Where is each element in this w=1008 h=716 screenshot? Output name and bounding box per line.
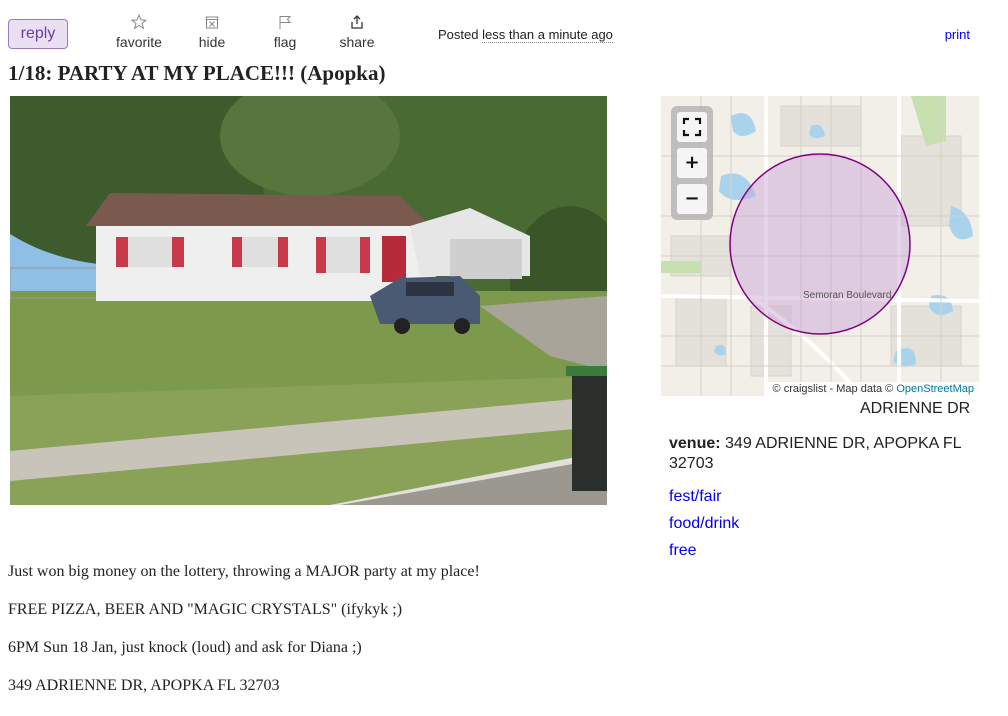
hide-button[interactable]: hide [177, 14, 247, 50]
flag-label: flag [273, 34, 297, 50]
share-icon [322, 14, 392, 32]
posted-prefix: Posted [438, 27, 479, 42]
venue-info: venue: 349 ADRIENNE DR, APOPKA FL 32703 [669, 434, 979, 474]
post-photo[interactable] [10, 96, 607, 505]
post-body-line: 6PM Sun 18 Jan, just knock (loud) and as… [8, 639, 362, 656]
zoom-in-button[interactable]: + [677, 148, 707, 178]
post-body-line: FREE PIZZA, BEER AND "MAGIC CRYSTALS" (i… [8, 601, 403, 618]
attribution-text: © craigslist - Map data © [772, 383, 894, 395]
reply-button[interactable]: reply [8, 19, 68, 49]
map-controls: + − [671, 106, 713, 220]
openstreetmap-link[interactable]: OpenStreetMap [896, 383, 974, 395]
tag-free[interactable]: free [669, 542, 697, 560]
post-body-line: 349 ADRIENNE DR, APOPKA FL 32703 [8, 677, 280, 694]
post-title: 1/18: PARTY AT MY PLACE!!! (Apopka) [8, 61, 386, 85]
share-button[interactable]: share [322, 14, 392, 50]
posted-time: less than a minute ago [482, 27, 613, 43]
share-label: share [339, 34, 375, 50]
tag-food-drink[interactable]: food/drink [669, 515, 739, 533]
map-caption: ADRIENNE DR [860, 400, 971, 417]
favorite-label: favorite [116, 34, 162, 50]
zoom-out-button[interactable]: − [677, 184, 707, 214]
star-icon [104, 13, 174, 32]
hide-label: hide [198, 34, 226, 50]
posted-info: Posted less than a minute ago [438, 27, 613, 43]
venue-label: venue: [669, 435, 721, 452]
favorite-button[interactable]: favorite [104, 13, 174, 50]
flag-icon [250, 14, 320, 32]
tag-fest-fair[interactable]: fest/fair [669, 488, 721, 506]
hide-icon [177, 14, 247, 32]
fullscreen-icon [682, 116, 702, 137]
map-attribution: © craigslist - Map data © OpenStreetMap [767, 382, 979, 396]
map-road-label: Semoran Boulevard [803, 290, 892, 301]
location-radius-circle [729, 153, 911, 335]
map[interactable]: Semoran Boulevard + − © craigslist - Map… [661, 96, 979, 396]
flag-button[interactable]: flag [250, 14, 320, 50]
fullscreen-button[interactable] [677, 112, 707, 142]
post-body-line: Just won big money on the lottery, throw… [8, 563, 480, 580]
print-link[interactable]: print [945, 27, 970, 42]
